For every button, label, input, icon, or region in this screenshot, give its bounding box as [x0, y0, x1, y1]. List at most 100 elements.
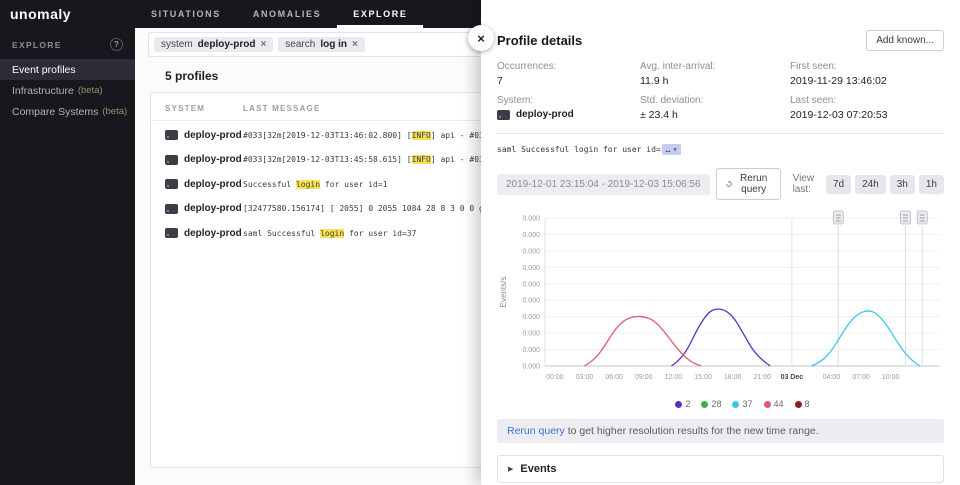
caret-down-icon: ▼ — [673, 146, 677, 153]
divider — [497, 133, 944, 134]
system-cell: deploy-prod — [165, 154, 243, 165]
system-icon — [497, 109, 510, 120]
legend-label: 28 — [711, 399, 722, 409]
y-tick-label: 0.000 — [522, 265, 540, 272]
stat-value: deploy-prod — [497, 109, 640, 120]
view-last-24h[interactable]: 24h — [855, 174, 886, 194]
x-tick-label: 03:00 — [576, 374, 594, 381]
events-section-toggle[interactable]: ▶ Events — [497, 455, 944, 483]
system-name: deploy-prod — [184, 178, 242, 190]
x-tick-label: 09:00 — [635, 374, 653, 381]
series-37 — [811, 310, 921, 367]
system-icon — [165, 203, 178, 214]
log-text: saml Successful login for user id= — [497, 145, 661, 154]
legend-item: 2 — [675, 399, 690, 409]
system-name: deploy-prod — [184, 154, 242, 166]
stat-value: 2019-12-03 07:20:53 — [790, 109, 888, 121]
view-last-3h[interactable]: 3h — [889, 174, 915, 194]
system-cell: deploy-prod — [165, 203, 243, 214]
beta-tag: (beta) — [77, 85, 103, 96]
series-44 — [584, 315, 702, 367]
events-section-label: Events — [520, 463, 557, 475]
system-cell: deploy-prod — [165, 228, 243, 239]
stat-label: Occurrences: — [497, 61, 557, 72]
filter-key: search — [285, 39, 316, 50]
filter-value: deploy-prod — [197, 39, 256, 50]
log-param-dropdown[interactable]: … ▼ — [661, 144, 681, 155]
profile-stats: Occurrences: 7 Avg. inter-arrival: 11.9 … — [497, 61, 944, 121]
stat-value: 7 — [497, 75, 503, 87]
nav-tab-anomalies[interactable]: ANOMALIES — [237, 0, 337, 28]
legend-dot — [794, 400, 802, 408]
close-icon: × — [477, 30, 485, 46]
stat-label: First seen: — [790, 61, 837, 72]
x-tick-label: 04:00 — [823, 374, 841, 381]
message-highlight: INFO — [411, 130, 431, 140]
view-last-1h[interactable]: 1h — [918, 174, 944, 194]
remove-filter-icon[interactable]: × — [352, 39, 358, 50]
system-cell: deploy-prod — [165, 179, 243, 190]
close-panel-button[interactable]: × — [468, 25, 494, 51]
system-icon — [165, 179, 178, 190]
x-tick-label: 07:00 — [852, 374, 870, 381]
sidebar-header: EXPLORE ? — [0, 28, 135, 59]
stat-first-seen: First seen: 2019-11-29 13:46:02 — [790, 61, 944, 87]
rerun-query-button[interactable]: Rerun query — [715, 168, 781, 200]
legend-item: 8 — [794, 399, 810, 409]
view-last-7d[interactable]: 7d — [825, 174, 852, 194]
rerun-info-bar: Rerun query to get higher resolution res… — [497, 419, 944, 443]
sidebar-title: EXPLORE — [12, 39, 62, 50]
rerun-query-link[interactable]: Rerun query — [507, 425, 565, 437]
annotation-marker[interactable] — [832, 210, 844, 225]
nav-tab-explore[interactable]: EXPLORE — [337, 0, 423, 28]
message-highlight: login — [295, 179, 321, 189]
filter-chip-system: system deploy-prod × — [154, 37, 274, 52]
view-last-group: 7d 24h 3h 1h — [825, 174, 944, 194]
main-nav: SITUATIONS ANOMALIES EXPLORE — [135, 0, 423, 28]
sidebar-item-compare-systems[interactable]: Compare Systems (beta) — [0, 101, 135, 122]
message-text: #033[32m[2019-12-03T13:46:02.800] [ — [243, 130, 412, 140]
stat-label: Avg. inter-arrival: — [640, 61, 716, 72]
message-text: saml Successful — [243, 228, 321, 238]
add-known-button[interactable]: Add known... — [866, 30, 944, 51]
stat-occurrences: Occurrences: 7 — [497, 61, 640, 87]
stat-value: 2019-11-29 13:46:02 — [790, 75, 887, 87]
stat-last-seen: Last seen: 2019-12-03 07:20:53 — [790, 95, 944, 121]
sidebar-item-infrastructure[interactable]: Infrastructure (beta) — [0, 80, 135, 101]
message-text: for user id=1 — [320, 179, 388, 189]
message-text: [32477580.156174] [ 2055] 0 2055 1084 28… — [243, 204, 484, 214]
system-cell: deploy-prod — [165, 130, 243, 141]
x-tick-label: 10:00 — [882, 374, 900, 381]
sidebar-item-label: Compare Systems — [12, 105, 99, 118]
refresh-icon — [726, 180, 732, 187]
x-tick-label: 15:00 — [694, 374, 712, 381]
sidebar: EXPLORE ? Event profiles Infrastructure … — [0, 28, 135, 485]
stat-system: System: deploy-prod — [497, 95, 640, 121]
message-text: for user id=37 — [344, 228, 417, 238]
nav-tab-situations[interactable]: SITUATIONS — [135, 0, 237, 28]
system-name: deploy-prod — [184, 227, 242, 239]
y-tick-label: 0.000 — [522, 347, 540, 354]
x-tick-label: 12:00 — [665, 374, 683, 381]
y-tick-label: 0.000 — [522, 298, 540, 305]
system-name: deploy-prod — [516, 109, 574, 120]
view-last-label: View last: — [792, 173, 815, 195]
message-highlight: login — [320, 228, 345, 238]
legend-dot — [701, 400, 709, 408]
system-icon — [165, 154, 178, 165]
expand-triangle-icon: ▶ — [508, 466, 514, 473]
chart-legend: 2 28 37 44 8 — [545, 399, 940, 409]
legend-label: 2 — [685, 399, 691, 409]
y-tick-label: 0.000 — [522, 232, 540, 239]
y-tick-label: 0.000 — [522, 314, 540, 321]
sidebar-item-event-profiles[interactable]: Event profiles — [0, 59, 135, 80]
annotation-marker[interactable] — [900, 210, 911, 225]
filter-value: log in — [320, 39, 347, 50]
stat-label: System: — [497, 95, 534, 106]
help-icon[interactable]: ? — [110, 38, 123, 51]
x-tick-label: 06:00 — [605, 374, 623, 381]
remove-filter-icon[interactable]: × — [260, 39, 266, 50]
stat-label: Std. deviation: — [640, 95, 704, 106]
annotation-marker[interactable] — [916, 210, 928, 225]
legend-dot — [763, 400, 771, 408]
